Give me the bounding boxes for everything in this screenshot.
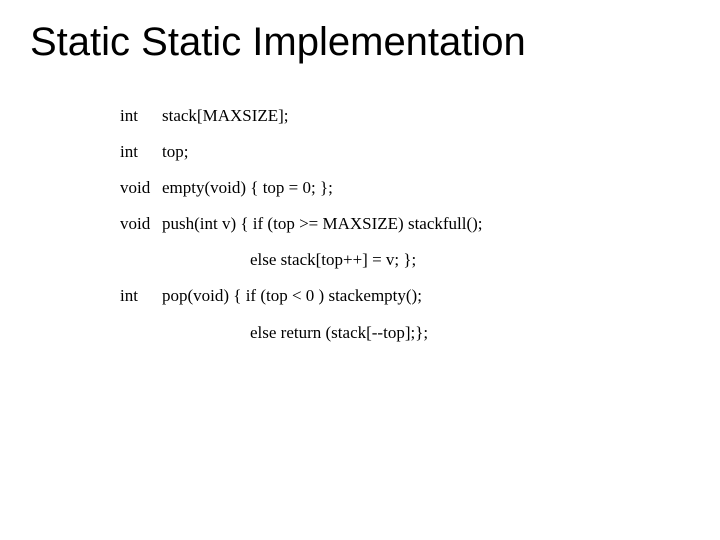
code-line: int top; xyxy=(120,141,690,163)
code-line: int pop(void) { if (top < 0 ) stackempty… xyxy=(120,285,690,307)
code-line-cont: else return (stack[--top];}; xyxy=(250,322,690,344)
code-text: pop(void) { if (top < 0 ) stackempty(); xyxy=(162,285,422,307)
keyword: void xyxy=(120,213,162,235)
code-block: int stack[MAXSIZE]; int top; void empty(… xyxy=(120,105,690,344)
code-text: empty(void) { top = 0; }; xyxy=(162,177,333,199)
keyword: int xyxy=(120,105,162,127)
code-line-cont: else stack[top++] = v; }; xyxy=(250,249,690,271)
code-line: void push(int v) { if (top >= MAXSIZE) s… xyxy=(120,213,690,235)
code-text: top; xyxy=(162,141,188,163)
code-text: stack[MAXSIZE]; xyxy=(162,105,289,127)
slide: Static Static Implementation int stack[M… xyxy=(0,0,720,540)
keyword: void xyxy=(120,177,162,199)
code-line: int stack[MAXSIZE]; xyxy=(120,105,690,127)
keyword: int xyxy=(120,285,162,307)
slide-title: Static Static Implementation xyxy=(30,20,690,65)
keyword: int xyxy=(120,141,162,163)
code-text: push(int v) { if (top >= MAXSIZE) stackf… xyxy=(162,213,483,235)
code-line: void empty(void) { top = 0; }; xyxy=(120,177,690,199)
